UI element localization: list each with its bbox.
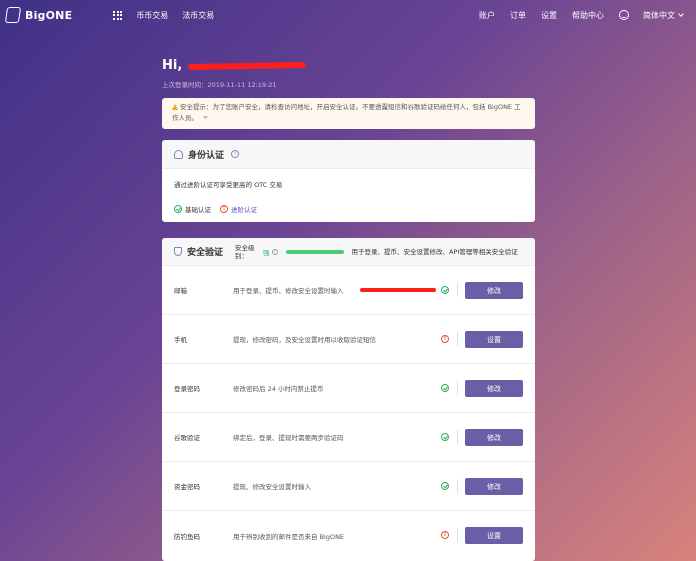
user-icon xyxy=(174,149,183,159)
identity-description: 通过进阶认证可享受更高的 OTC 交易 xyxy=(174,181,283,189)
security-title: 安全验证 xyxy=(187,248,224,258)
check-circle-icon xyxy=(441,433,449,441)
check-circle-icon xyxy=(441,482,449,490)
security-card-header: 安全验证 安全级别： 强 ? 用于登录、提币、安全设置修改、API管理等相关安全… xyxy=(162,238,535,266)
nav-otc-trading[interactable]: 法币交易 xyxy=(182,10,214,21)
row-description: 提现、修改安全设置时输入 xyxy=(233,483,311,491)
chevron-down-icon xyxy=(678,11,684,17)
help-icon[interactable]: ? xyxy=(271,248,278,255)
row-divider xyxy=(457,381,458,395)
row-divider xyxy=(457,528,458,542)
row-description: 用于登录、提币、修改安全设置时输入 xyxy=(233,287,344,295)
greeting: Hi, xyxy=(162,58,307,73)
row-label: 手机 xyxy=(174,336,187,344)
shield-icon xyxy=(174,247,182,256)
brand-name: BigONE xyxy=(25,8,73,22)
redacted-value-mark xyxy=(360,288,436,292)
row-label: 资金密码 xyxy=(174,483,200,491)
last-login-time: 上次登录时间：2019-11-11 12:19:21 xyxy=(162,81,277,89)
row-description: 修改密码后 24 小时内禁止提币 xyxy=(233,385,324,393)
security-row-email: 邮箱 用于登录、提币、修改安全设置时输入 修改 xyxy=(162,266,535,315)
security-card: 安全验证 安全级别： 强 ? 用于登录、提币、安全设置修改、API管理等相关安全… xyxy=(162,238,535,561)
modify-button[interactable]: 修改 xyxy=(465,478,523,495)
row-divider xyxy=(457,332,458,346)
nav-settings[interactable]: 设置 xyxy=(541,10,557,21)
nav-orders[interactable]: 订单 xyxy=(510,10,526,21)
row-label: 防钓鱼码 xyxy=(174,532,200,541)
security-row-fund-password: 资金密码 提现、修改安全设置时输入 修改 xyxy=(162,462,535,511)
security-level-label: 安全级别： xyxy=(235,243,255,260)
identity-card: 身份认证 i 通过进阶认证可享受更高的 OTC 交易 基础认证 ! 进阶认证 xyxy=(162,140,535,222)
row-label: 登录密码 xyxy=(174,385,200,393)
setup-button[interactable]: 设置 xyxy=(465,331,523,348)
setup-button[interactable]: 设置 xyxy=(465,527,523,544)
modify-button[interactable]: 修改 xyxy=(465,282,523,299)
nav-help-center[interactable]: 帮助中心 xyxy=(572,10,604,21)
top-nav: BigONE 币币交易 法币交易 账户 订单 设置 帮助中心 简体中文 xyxy=(0,0,696,30)
security-row-anti-phishing-code: 防钓鱼码 用于辨别收到的邮件是否来自 BigONE! 设置 xyxy=(162,511,535,560)
security-row-google-auth: 谷歌验证 绑定后，登录、提现时需要两步验证码 修改 xyxy=(162,413,535,462)
language-label: 简体中文 xyxy=(643,10,675,20)
modify-button[interactable]: 修改 xyxy=(465,380,523,397)
security-notice: 安全提示：为了您账户安全，请检查访问地址，开启安全认证。不要透露短信和谷歌验证码… xyxy=(162,98,535,129)
security-level-value: 强 xyxy=(263,248,270,257)
row-divider xyxy=(457,430,458,444)
check-circle-icon xyxy=(174,205,182,213)
expand-chevron-icon[interactable] xyxy=(203,114,208,119)
security-row-login-password: 登录密码 修改密码后 24 小时内禁止提币 修改 xyxy=(162,364,535,413)
greeting-hi: Hi, xyxy=(162,58,183,73)
apps-grid-icon[interactable] xyxy=(113,10,123,20)
basic-verification-label: 基础认证 xyxy=(185,206,211,214)
identity-card-header: 身份认证 i xyxy=(162,140,535,169)
warning-icon xyxy=(172,104,178,110)
redacted-email-mark xyxy=(188,61,307,70)
security-level-description: 用于登录、提币、安全设置修改、API管理等相关安全验证 xyxy=(351,247,518,256)
nav-account[interactable]: 账户 xyxy=(479,10,495,21)
alert-circle-icon: ! xyxy=(441,335,449,343)
alert-circle-icon: ! xyxy=(441,531,449,539)
row-description: 绑定后，登录、提现时需要两步验证码 xyxy=(233,434,344,442)
bigone-logo-icon xyxy=(4,7,22,23)
check-circle-icon xyxy=(441,384,449,392)
advanced-verification-link[interactable]: 进阶认证 xyxy=(231,204,257,214)
notice-text: 安全提示：为了您账户安全，请检查访问地址，开启安全认证。不要透露短信和谷歌验证码… xyxy=(172,103,521,122)
row-description: 提现，修改密码，及安全设置时用以收取验证短信 xyxy=(233,336,376,344)
row-divider xyxy=(457,479,458,493)
security-rows: 邮箱 用于登录、提币、修改安全设置时输入 修改 手机 提现，修改密码，及安全设置时用以收… xyxy=(162,266,535,560)
logo[interactable]: BigONE xyxy=(4,7,73,23)
row-label: 邮箱 xyxy=(174,287,187,295)
nav-spot-trading[interactable]: 币币交易 xyxy=(136,10,168,21)
check-circle-icon xyxy=(441,286,449,294)
security-row-phone: 手机 提现，修改密码，及安全设置时用以收取验证短信! 设置 xyxy=(162,315,535,364)
modify-button[interactable]: 修改 xyxy=(465,429,523,446)
alert-circle-icon: ! xyxy=(220,205,228,213)
info-icon[interactable]: i xyxy=(231,150,240,158)
row-divider xyxy=(457,283,458,297)
user-avatar-icon[interactable] xyxy=(619,10,629,20)
row-label: 谷歌验证 xyxy=(174,434,200,442)
identity-title: 身份认证 xyxy=(188,150,225,161)
security-level-bar xyxy=(285,249,344,254)
row-description: 用于辨别收到的邮件是否来自 BigONE xyxy=(233,532,345,541)
language-selector[interactable]: 简体中文 xyxy=(643,10,684,21)
